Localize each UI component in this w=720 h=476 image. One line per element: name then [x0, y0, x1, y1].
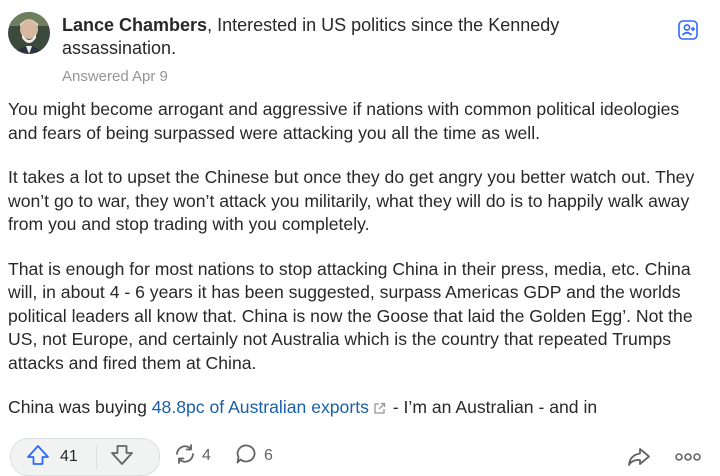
downvote-arrow-icon	[109, 443, 135, 472]
comment-bubble-icon	[234, 442, 260, 471]
answer-paragraph-4: China was buying 48.8pc of Australian ex…	[8, 396, 708, 422]
vote-divider	[95, 445, 97, 469]
follow-button[interactable]	[672, 16, 704, 48]
external-link-icon	[373, 398, 386, 422]
follow-user-icon	[676, 18, 700, 47]
answered-date[interactable]: Answered Apr 9	[62, 68, 168, 85]
comment-count: 6	[264, 447, 273, 464]
share-forward-icon	[626, 448, 652, 472]
downvote-button[interactable]	[109, 439, 135, 475]
author-credential-line: Lance Chambers, Interested in US politic…	[62, 14, 662, 60]
reshare-icon	[172, 442, 198, 471]
comments-button[interactable]: 6	[234, 438, 273, 474]
answer-paragraph-1: You might become arrogant and aggressive…	[8, 99, 680, 143]
share-button[interactable]	[626, 446, 652, 473]
vote-pill: 41	[10, 438, 160, 476]
more-options-button[interactable]	[674, 450, 702, 468]
answer-paragraph-3: That is enough for most nations to stop …	[8, 258, 693, 373]
reshare-count: 4	[202, 447, 211, 464]
answer-paragraph-2: It takes a lot to upset the Chinese but …	[8, 167, 695, 234]
paragraph-4-lead: China was buying	[8, 397, 152, 417]
paragraph-4-tail: - I’m an Australian - and in	[387, 397, 598, 417]
author-avatar[interactable]	[8, 12, 50, 54]
upvote-arrow-icon	[25, 443, 51, 472]
reshare-button[interactable]: 4	[172, 438, 211, 474]
upvote-button[interactable]: 41	[11, 439, 78, 475]
more-dots-icon	[674, 450, 702, 467]
australian-exports-link[interactable]: 48.8pc of Australian exports	[152, 397, 369, 417]
author-name[interactable]: Lance Chambers	[62, 15, 207, 35]
answer-body: You might become arrogant and aggressive…	[8, 98, 708, 443]
upvote-count: 41	[60, 448, 78, 465]
answer-action-bar: 41 4 6	[0, 436, 720, 476]
answer-header: Lance Chambers, Interested in US politic…	[8, 10, 710, 90]
